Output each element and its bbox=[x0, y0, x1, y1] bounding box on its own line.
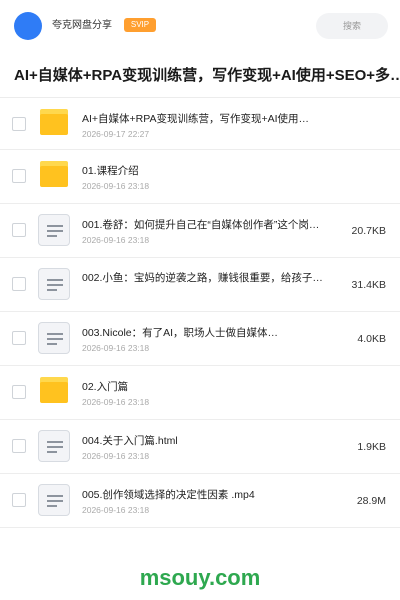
item-name: 005.创作领域选择的决定性因素 .mp4 bbox=[82, 489, 255, 501]
item-name: AI+自媒体+RPA变现训练营，写作变现+AI使用… bbox=[82, 113, 310, 125]
checkbox[interactable] bbox=[12, 493, 26, 507]
checkbox[interactable] bbox=[12, 117, 26, 131]
folder-icon bbox=[40, 109, 68, 135]
item-size: 28.9M bbox=[356, 495, 386, 507]
item-date: 2026-09-16 23:18 bbox=[82, 343, 150, 353]
list-item[interactable]: 001.卷舒：如何提升自己在“自媒体创作者”这个岗… 2026-09-16 23… bbox=[0, 204, 400, 258]
list-item[interactable]: 004.关于入门篇.html 2026-09-16 23:18 1.9KB bbox=[0, 420, 400, 474]
watermark: msouy.com bbox=[139, 565, 261, 590]
document-icon bbox=[38, 430, 70, 462]
page-title: AI+自媒体+RPA变现训练营，写作变现+AI使用+SEO+多… bbox=[14, 67, 400, 84]
app-name: 夸克网盘分享 bbox=[52, 20, 112, 31]
item-name: 02.入门篇 bbox=[82, 381, 129, 393]
item-date: 2026-09-16 23:18 bbox=[82, 451, 150, 461]
list-item[interactable]: 005.创作领域选择的决定性因素 .mp4 2026-09-16 23:18 2… bbox=[0, 474, 400, 528]
list-item[interactable]: 002.小鱼：宝妈的逆袭之路，赚钱很重要，给孩子… 31.4KB bbox=[0, 258, 400, 312]
folder-icon bbox=[40, 377, 68, 403]
avatar[interactable] bbox=[14, 12, 42, 40]
item-size: 1.9KB bbox=[357, 441, 386, 453]
document-icon bbox=[38, 322, 70, 354]
checkbox[interactable] bbox=[12, 169, 26, 183]
item-name: 004.关于入门篇.html bbox=[82, 435, 178, 447]
item-name: 01.课程介绍 bbox=[82, 165, 139, 177]
search-input[interactable]: 搜索 bbox=[316, 13, 388, 39]
item-date: 2026-09-17 22:27 bbox=[82, 129, 150, 139]
item-size: 20.7KB bbox=[351, 225, 386, 237]
checkbox[interactable] bbox=[12, 439, 26, 453]
file-list: AI+自媒体+RPA变现训练营，写作变现+AI使用… 2026-09-17 22… bbox=[0, 98, 400, 528]
checkbox[interactable] bbox=[12, 277, 26, 291]
svip-badge: SVIP bbox=[124, 18, 156, 32]
app-header: 夸克网盘分享 SVIP 搜索 bbox=[0, 0, 400, 52]
item-size: 4.0KB bbox=[357, 333, 386, 345]
item-date: 2026-09-16 23:18 bbox=[82, 181, 150, 191]
document-icon bbox=[38, 268, 70, 300]
folder-icon bbox=[40, 161, 68, 187]
item-date: 2026-09-16 23:18 bbox=[82, 235, 150, 245]
item-name: 003.Nicole：有了AI，职场人士做自媒体… bbox=[82, 327, 279, 339]
item-name: 002.小鱼：宝妈的逆袭之路，赚钱很重要，给孩子… bbox=[82, 272, 323, 284]
list-item[interactable]: 01.课程介绍 2026-09-16 23:18 bbox=[0, 150, 400, 204]
item-date: 2026-09-16 23:18 bbox=[82, 397, 150, 407]
checkbox[interactable] bbox=[12, 331, 26, 345]
checkbox[interactable] bbox=[12, 223, 26, 237]
document-icon bbox=[38, 214, 70, 246]
title-band: AI+自媒体+RPA变现训练营，写作变现+AI使用+SEO+多… bbox=[0, 52, 400, 98]
list-item[interactable]: 003.Nicole：有了AI，职场人士做自媒体… 2026-09-16 23:… bbox=[0, 312, 400, 366]
document-icon bbox=[38, 484, 70, 516]
item-name: 001.卷舒：如何提升自己在“自媒体创作者”这个岗… bbox=[82, 219, 320, 231]
item-size: 31.4KB bbox=[351, 279, 386, 291]
list-item[interactable]: AI+自媒体+RPA变现训练营，写作变现+AI使用… 2026-09-17 22… bbox=[0, 98, 400, 150]
checkbox[interactable] bbox=[12, 385, 26, 399]
list-item[interactable]: 02.入门篇 2026-09-16 23:18 bbox=[0, 366, 400, 420]
item-date: 2026-09-16 23:18 bbox=[82, 505, 150, 515]
